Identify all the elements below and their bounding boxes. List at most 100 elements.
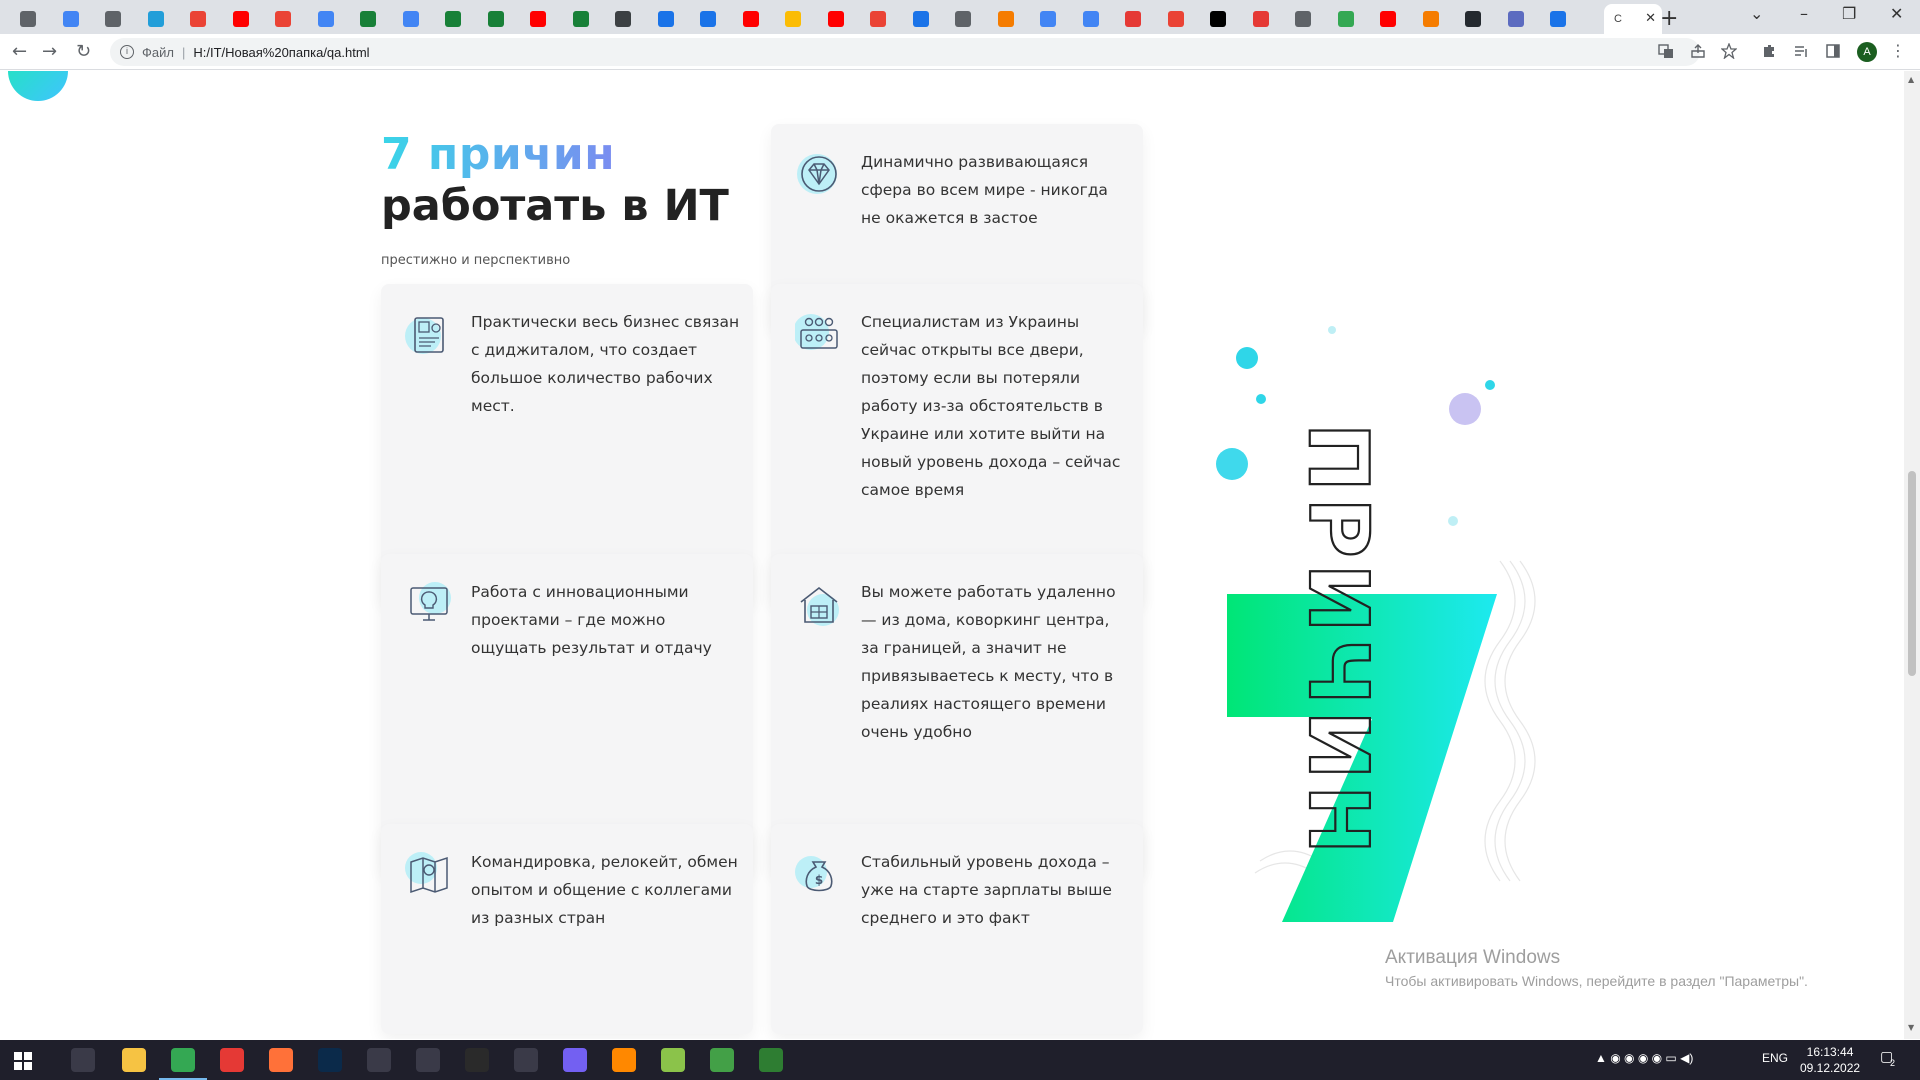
reason-text: Практически весь бизнес связан с диджита… (471, 313, 740, 415)
browser-tab[interactable] (1289, 4, 1331, 34)
tab-favicon-icon (997, 11, 1014, 27)
clock-date: 09.12.2022 (1800, 1061, 1861, 1075)
address-bar[interactable]: i Файл | H:/IT/Новая%20папка/qa.html (110, 38, 1700, 66)
taskbar-photoshop-icon[interactable] (318, 1048, 342, 1072)
close-tab-icon[interactable]: ✕ (1645, 11, 1656, 26)
reason-text: Специалистам из Украины сейчас открыты в… (861, 313, 1121, 499)
language-indicator[interactable]: ENG (1762, 1051, 1788, 1065)
taskbar-game-icon[interactable] (465, 1048, 489, 1072)
browser-tab[interactable] (822, 4, 864, 34)
browser-tab[interactable] (184, 4, 226, 34)
tab-favicon-icon (20, 11, 36, 27)
browser-tab[interactable] (609, 4, 651, 34)
taskbar-firefox-icon[interactable] (269, 1048, 293, 1072)
taskbar-game-icon[interactable] (416, 1048, 440, 1072)
browser-tab[interactable] (99, 4, 141, 34)
menu-kebab-icon[interactable]: ⋮ (1890, 41, 1906, 60)
browser-tab[interactable] (1077, 4, 1119, 34)
info-icon[interactable]: i (120, 45, 134, 59)
browser-tab[interactable] (142, 4, 184, 34)
watermark-body: Чтобы активировать Windows, перейдите в … (1385, 973, 1808, 989)
scroll-down-arrow[interactable]: ▼ (1908, 1023, 1914, 1032)
browser-tab[interactable] (907, 4, 949, 34)
reload-icon[interactable]: ↻ (76, 41, 91, 62)
taskbar-app-icon[interactable] (759, 1048, 783, 1072)
url-separator: | (181, 44, 186, 60)
tab-favicon-icon (62, 11, 79, 27)
decorative-dot (1448, 516, 1458, 526)
browser-tab[interactable] (737, 4, 779, 34)
section-subtitle: престижно и перспективно (381, 253, 571, 268)
map-location-icon (405, 852, 448, 894)
browser-tab[interactable] (354, 4, 396, 34)
money-bag-icon: $ (795, 856, 833, 892)
new-tab-button[interactable]: + (1660, 6, 1678, 31)
browser-tab[interactable] (312, 4, 354, 34)
back-icon[interactable]: ← (12, 41, 27, 62)
browser-tab[interactable] (992, 4, 1034, 34)
tab-search-icon[interactable]: ⌄ (1750, 4, 1763, 23)
reading-list-icon[interactable] (1793, 43, 1809, 59)
browser-tab[interactable] (269, 4, 311, 34)
close-window-button[interactable]: ✕ (1890, 4, 1903, 23)
tray-icons[interactable]: ▲ ◉ ◉ ◉ ◉ ▭ ◀) (1595, 1051, 1693, 1065)
restore-button[interactable]: ❐ (1842, 4, 1856, 23)
browser-tab[interactable] (779, 4, 821, 34)
browser-tab[interactable] (1544, 4, 1586, 34)
browser-tab[interactable] (652, 4, 694, 34)
taskbar-app-icon[interactable] (220, 1048, 244, 1072)
browser-tab[interactable] (227, 4, 269, 34)
browser-tab[interactable] (397, 4, 439, 34)
side-panel-icon[interactable] (1825, 43, 1841, 59)
browser-tab[interactable] (1332, 4, 1374, 34)
browser-tab[interactable] (694, 4, 736, 34)
tab-favicon-icon (955, 11, 971, 27)
taskbar-file-explorer-icon[interactable] (122, 1048, 146, 1072)
taskbar-app-icon[interactable] (661, 1048, 685, 1072)
system-clock[interactable]: 16:13:44 09.12.2022 (1800, 1044, 1860, 1076)
browser-tab[interactable] (1162, 4, 1204, 34)
browser-tab[interactable] (1417, 4, 1459, 34)
decorative-dot (1236, 347, 1258, 369)
browser-tab[interactable] (864, 4, 906, 34)
browser-tab[interactable] (1034, 4, 1076, 34)
extensions-icon[interactable] (1761, 43, 1777, 59)
browser-tab[interactable] (567, 4, 609, 34)
tab-favicon-icon (615, 11, 631, 27)
tab-favicon-icon (1210, 11, 1226, 27)
browser-tab[interactable] (57, 4, 99, 34)
browser-tab[interactable] (14, 4, 56, 34)
translate-icon[interactable] (1658, 43, 1674, 59)
taskbar-game-icon[interactable] (367, 1048, 391, 1072)
house-icon (800, 586, 839, 626)
browser-tab[interactable] (949, 4, 991, 34)
browser-tab[interactable] (1374, 4, 1416, 34)
page-scrollbar[interactable]: ▲ ▼ (1904, 71, 1920, 1039)
taskbar-viber-icon[interactable] (563, 1048, 587, 1072)
taskbar-notepad-icon[interactable] (710, 1048, 734, 1072)
browser-tab[interactable] (1459, 4, 1501, 34)
url-text[interactable]: H:/IT/Новая%20папка/qa.html (193, 45, 369, 60)
browser-tab[interactable] (482, 4, 524, 34)
taskbar-vlc-icon[interactable] (612, 1048, 636, 1072)
tab-favicon-icon (1465, 11, 1481, 27)
tab-favicon-icon (1167, 11, 1184, 27)
scroll-up-arrow[interactable]: ▲ (1908, 75, 1914, 84)
share-icon[interactable] (1690, 43, 1706, 59)
windows-start-icon[interactable] (14, 1052, 32, 1070)
minimize-button[interactable]: – (1800, 4, 1808, 23)
browser-tab[interactable] (1119, 4, 1161, 34)
scrollbar-thumb[interactable] (1908, 471, 1916, 676)
browser-tab[interactable] (1204, 4, 1246, 34)
browser-tab[interactable] (524, 4, 566, 34)
browser-tab[interactable] (1247, 4, 1289, 34)
taskbar-chrome-icon[interactable] (159, 1048, 207, 1080)
taskbar-game-icon[interactable] (514, 1048, 538, 1072)
browser-tab-active[interactable]: С ✕ (1604, 4, 1662, 34)
profile-avatar[interactable]: A (1857, 42, 1877, 62)
browser-tab[interactable] (1502, 4, 1544, 34)
bookmark-star-icon[interactable] (1721, 43, 1737, 59)
forward-icon[interactable]: → (42, 41, 57, 62)
taskbar-task-view-icon[interactable] (71, 1048, 95, 1072)
browser-tab[interactable] (439, 4, 481, 34)
